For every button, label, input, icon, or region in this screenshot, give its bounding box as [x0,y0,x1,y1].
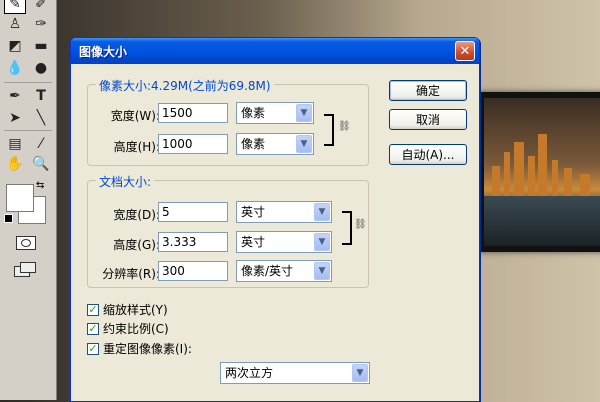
hand-tool-icon[interactable]: ✋ [4,154,26,174]
constrain-proportions-checkbox[interactable]: ✓ 约束比例(C) [87,320,169,337]
eraser-tool-icon[interactable]: ◩ [4,36,26,56]
chain-link-icon: ⛓ [338,121,351,132]
city-skyline-photo [484,98,600,246]
pixel-link-bracket [324,114,334,146]
chevron-down-icon: ▼ [352,364,368,382]
document-height-input[interactable] [158,232,228,252]
screen-mode-icon[interactable] [14,262,36,277]
toolbox-separator [4,130,52,131]
pixel-height-input[interactable] [158,134,228,154]
text-tool-icon[interactable]: T [30,86,52,106]
resolution-label: 分辨率(R): [102,267,160,281]
pixel-height-unit-select[interactable]: 像素 ▼ [236,133,314,155]
history-brush-tool-icon[interactable]: ✑ [30,14,52,34]
resample-image-label: 重定图像像素(I): [103,342,192,356]
document-height-unit-value: 英寸 [241,235,266,249]
pixel-dimensions-legend: 像素大小:4.29M(之前为69.8M) [96,77,274,94]
resample-method-value: 两次立方 [225,366,274,380]
pen-tool-icon[interactable]: ✒ [4,86,26,106]
pixel-width-unit-value: 像素 [241,106,266,120]
notes-tool-icon[interactable]: ▤ [4,134,26,154]
eyedropper-tool-icon[interactable]: ⁄ [30,134,52,154]
document-size-group: 文档大小: 宽度(D): 英寸 ▼ 高度(G): 英寸 ▼ 分辨率(R): 像素… [87,173,369,288]
brush-tool-icon[interactable]: ✎ [4,0,26,14]
close-icon[interactable]: ✕ [455,41,475,61]
check-icon: ✓ [87,303,99,316]
pixel-height-label: 高度(H): [113,140,160,154]
foreground-color-swatch[interactable] [6,184,34,212]
resolution-unit-value: 像素/英寸 [241,264,294,278]
resolution-unit-select[interactable]: 像素/英寸 ▼ [236,260,332,282]
pixel-width-unit-select[interactable]: 像素 ▼ [236,102,314,124]
zoom-tool-icon[interactable]: 🔍 [30,154,52,174]
document-width-unit-value: 英寸 [241,205,266,219]
blur-tool-icon[interactable]: 💧 [4,58,26,78]
resample-method-select[interactable]: 两次立方 ▼ [220,362,370,384]
document-link-bracket [342,211,352,245]
document-height-unit-select[interactable]: 英寸 ▼ [236,231,332,253]
chevron-down-icon: ▼ [314,233,330,251]
toolbox-separator [4,82,52,83]
gradient-tool-icon[interactable]: ▬ [30,36,52,56]
image-size-dialog: 图像大小 ✕ 像素大小:4.29M(之前为69.8M) 宽度(W): 像素 ▼ … [70,37,480,402]
chevron-down-icon: ▼ [296,104,312,122]
chevron-down-icon: ▼ [314,262,330,280]
chevron-down-icon: ▼ [296,135,312,153]
dodge-tool-icon[interactable]: ● [30,58,52,78]
path-selection-tool-icon[interactable]: ➤ [4,108,26,128]
check-icon: ✓ [87,342,99,355]
default-colors-icon[interactable] [4,214,13,223]
line-tool-icon[interactable]: ╲ [30,108,52,128]
scale-styles-checkbox[interactable]: ✓ 缩放样式(Y) [87,301,168,318]
document-size-legend: 文档大小: [96,173,155,190]
dialog-title: 图像大小 [79,44,128,59]
pixel-height-unit-value: 像素 [241,137,266,151]
constrain-proportions-label: 约束比例(C) [103,322,169,336]
document-width-unit-select[interactable]: 英寸 ▼ [236,201,332,223]
ok-button[interactable]: 确定 [389,80,467,101]
pixel-width-label: 宽度(W): [110,109,160,123]
resolution-input[interactable] [158,261,228,281]
pixel-width-input[interactable] [158,103,228,123]
chevron-down-icon: ▼ [314,203,330,221]
document-width-input[interactable] [158,202,228,222]
resample-image-checkbox[interactable]: ✓ 重定图像像素(I): [87,340,192,357]
pencil-tool-icon[interactable]: ✐ [30,0,52,14]
clone-stamp-tool-icon[interactable]: ♙ [4,14,26,34]
swap-colors-icon[interactable]: ⇆ [36,180,44,191]
quick-mask-icon[interactable] [16,236,36,250]
cancel-button[interactable]: 取消 [389,109,467,130]
document-width-label: 宽度(D): [113,208,160,222]
chain-link-icon: ⛓ [354,219,367,230]
scale-styles-label: 缩放样式(Y) [103,303,168,317]
auto-button[interactable]: 自动(A)... [389,144,467,165]
dialog-titlebar[interactable]: 图像大小 ✕ [71,38,479,64]
toolbox: ✎ ✐ ♙ ✑ ◩ ▬ 💧 ● ✒ T ➤ ╲ ▤ ⁄ ✋ 🔍 ⇆ [0,0,57,400]
check-icon: ✓ [87,322,99,335]
pixel-dimensions-group: 像素大小:4.29M(之前为69.8M) 宽度(W): 像素 ▼ 高度(H): … [87,77,369,166]
document-height-label: 高度(G): [113,238,160,252]
